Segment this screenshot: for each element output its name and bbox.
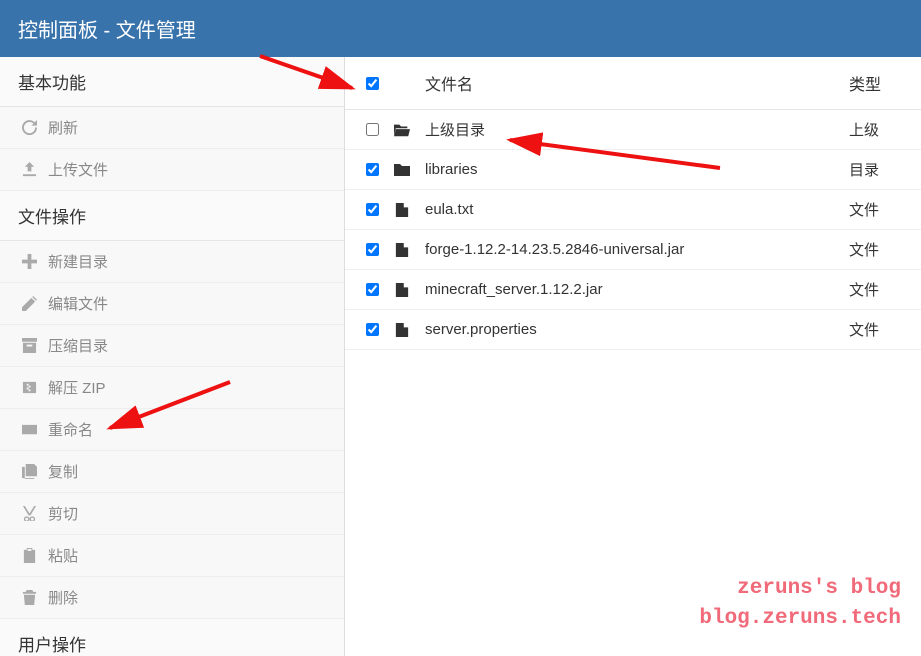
watermark: zeruns's blog blog.zeruns.tech xyxy=(699,574,901,633)
row-checkbox[interactable] xyxy=(366,203,379,216)
sidebar-item-unzip[interactable]: 解压 ZIP xyxy=(0,367,344,409)
file-name: forge-1.12.2-14.23.5.2846-universal.jar xyxy=(417,241,849,258)
sidebar-item-cut[interactable]: 剪切 xyxy=(0,493,344,535)
sidebar-item-card[interactable]: 重命名 xyxy=(0,409,344,451)
upload-icon xyxy=(18,162,40,177)
row-checkbox[interactable] xyxy=(366,283,379,296)
file-name: eula.txt xyxy=(417,201,849,218)
file-name: minecraft_server.1.12.2.jar xyxy=(417,281,849,298)
table-header-row: 文件名 类型 xyxy=(345,57,921,110)
sidebar: 基本功能刷新上传文件文件操作新建目录编辑文件压缩目录解压 ZIP 重命名复制剪切粘… xyxy=(0,57,345,656)
file-name: 上级目录 xyxy=(417,119,849,140)
table-row[interactable]: minecraft_server.1.12.2.jar文件 xyxy=(345,270,921,310)
sidebar-item-label: 解压 ZIP xyxy=(48,377,106,398)
header-name: 文件名 xyxy=(417,71,849,95)
file-type: 文件 xyxy=(849,279,909,300)
row-checkbox[interactable] xyxy=(366,243,379,256)
select-all-checkbox[interactable] xyxy=(366,77,379,90)
sidebar-item-label: 压缩目录 xyxy=(48,335,108,356)
sidebar-item-pencil[interactable]: 编辑文件 xyxy=(0,283,344,325)
pencil-icon xyxy=(18,296,40,311)
file-icon xyxy=(387,323,417,337)
table-row[interactable]: forge-1.12.2-14.23.5.2846-universal.jar文… xyxy=(345,230,921,270)
file-name: server.properties xyxy=(417,321,849,338)
file-type: 目录 xyxy=(849,159,909,180)
file-type: 文件 xyxy=(849,319,909,340)
sidebar-item-label: 复制 xyxy=(48,461,78,482)
file-icon xyxy=(387,203,417,217)
unzip-icon xyxy=(18,380,40,395)
sidebar-item-refresh[interactable]: 刷新 xyxy=(0,107,344,149)
table-row[interactable]: eula.txt文件 xyxy=(345,190,921,230)
file-name: libraries xyxy=(417,161,849,178)
sidebar-item-paste[interactable]: 粘贴 xyxy=(0,535,344,577)
sidebar-item-label: 刷新 xyxy=(48,117,78,138)
file-icon xyxy=(387,243,417,257)
trash-icon xyxy=(18,590,40,605)
sidebar-section-title: 文件操作 xyxy=(0,191,344,241)
plus-icon xyxy=(18,254,40,269)
row-checkbox[interactable] xyxy=(366,123,379,136)
file-type: 文件 xyxy=(849,199,909,220)
refresh-icon xyxy=(18,120,40,135)
page-title: 控制面板 - 文件管理 xyxy=(0,0,921,57)
header-type: 类型 xyxy=(849,71,909,95)
row-checkbox[interactable] xyxy=(366,163,379,176)
table-row[interactable]: server.properties文件 xyxy=(345,310,921,350)
sidebar-item-label: 删除 xyxy=(48,587,78,608)
card-icon xyxy=(18,422,40,437)
sidebar-section-title: 用户操作 xyxy=(0,619,344,656)
paste-icon xyxy=(18,548,40,563)
sidebar-item-label: 编辑文件 xyxy=(48,293,108,314)
sidebar-section-title: 基本功能 xyxy=(0,57,344,107)
cut-icon xyxy=(18,506,40,521)
file-icon xyxy=(387,283,417,297)
folder-open-icon xyxy=(387,123,417,137)
sidebar-item-label: 重命名 xyxy=(48,419,93,440)
sidebar-item-plus[interactable]: 新建目录 xyxy=(0,241,344,283)
sidebar-item-trash[interactable]: 删除 xyxy=(0,577,344,619)
sidebar-item-label: 上传文件 xyxy=(48,159,108,180)
folder-icon xyxy=(387,163,417,177)
file-table: 文件名 类型 上级目录上级libraries目录eula.txt文件forge-… xyxy=(345,57,921,656)
row-checkbox[interactable] xyxy=(366,323,379,336)
sidebar-item-upload[interactable]: 上传文件 xyxy=(0,149,344,191)
copy-icon xyxy=(18,464,40,479)
file-type: 文件 xyxy=(849,239,909,260)
table-row[interactable]: libraries目录 xyxy=(345,150,921,190)
archive-icon xyxy=(18,338,40,353)
sidebar-item-label: 粘贴 xyxy=(48,545,78,566)
sidebar-item-archive[interactable]: 压缩目录 xyxy=(0,325,344,367)
sidebar-item-label: 新建目录 xyxy=(48,251,108,272)
file-type: 上级 xyxy=(849,119,909,140)
sidebar-item-copy[interactable]: 复制 xyxy=(0,451,344,493)
sidebar-item-label: 剪切 xyxy=(48,503,78,524)
table-row[interactable]: 上级目录上级 xyxy=(345,110,921,150)
